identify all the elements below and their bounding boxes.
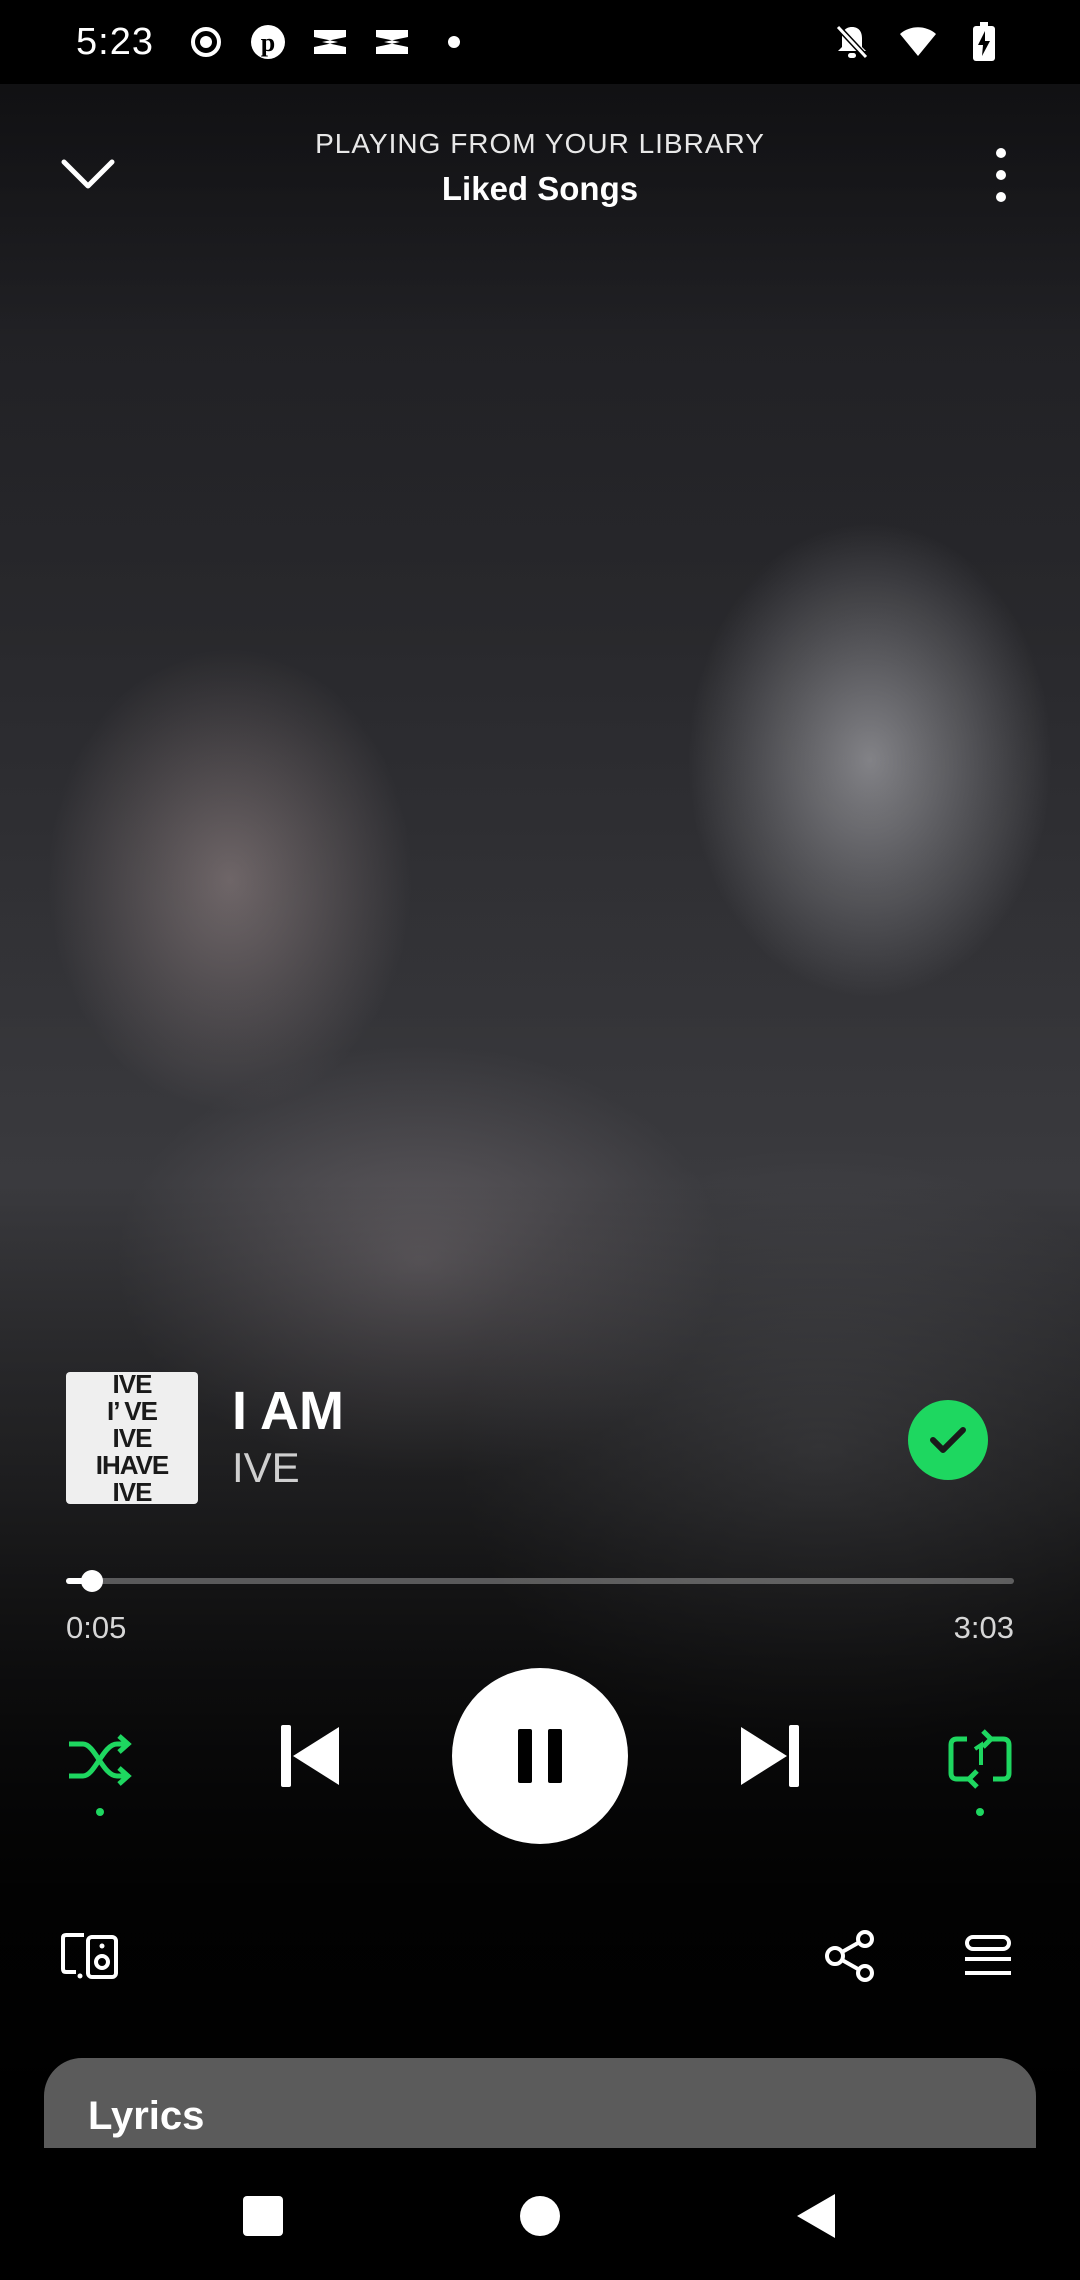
- lyrics-title: Lyrics: [88, 2094, 205, 2138]
- capcut-icon: [310, 22, 350, 62]
- next-button[interactable]: [730, 1716, 810, 1796]
- queue-icon: [965, 1935, 1011, 1975]
- recents-button[interactable]: [227, 2180, 299, 2252]
- cover-text-line: IVE: [112, 1422, 153, 1453]
- player-actions: [0, 1920, 1080, 2000]
- pause-icon: [518, 1729, 562, 1783]
- recents-icon: [243, 2196, 283, 2236]
- track-title[interactable]: I AM: [232, 1380, 344, 1442]
- playback-controls: [0, 1668, 1080, 1848]
- home-button[interactable]: [504, 2180, 576, 2252]
- devices-icon: [61, 1933, 118, 1979]
- cover-text-line: IHAVE: [95, 1449, 170, 1480]
- home-icon: [520, 2196, 560, 2236]
- notifications-off-icon: [832, 22, 872, 62]
- cover-text-line: IVE: [112, 1476, 153, 1504]
- capcut-icon: [372, 22, 412, 62]
- status-notification-icons: p: [186, 22, 474, 62]
- context-label: PLAYING FROM YOUR LIBRARY: [315, 128, 765, 159]
- shuffle-button[interactable]: [60, 1720, 140, 1816]
- collapse-button[interactable]: [50, 144, 126, 204]
- status-time: 5:23: [76, 20, 154, 63]
- share-button[interactable]: [814, 1920, 886, 1992]
- repeat-active-dot: [976, 1808, 984, 1816]
- player-header: PLAYING FROM YOUR LIBRARY Liked Songs: [0, 84, 1080, 254]
- back-button[interactable]: [780, 2180, 852, 2252]
- status-system-icons: [832, 22, 1004, 62]
- track-artist[interactable]: IVE: [232, 1444, 300, 1492]
- shuffle-active-dot: [96, 1808, 104, 1816]
- share-icon: [825, 1930, 874, 1982]
- more-options-button[interactable]: [966, 140, 1036, 210]
- progress-section: 0:05 3:03: [66, 1566, 1014, 1666]
- liked-button[interactable]: [908, 1400, 988, 1480]
- seek-bar[interactable]: [66, 1578, 1014, 1584]
- wifi-icon: [898, 22, 938, 62]
- play-pause-button[interactable]: [452, 1668, 628, 1844]
- seek-bar-thumb[interactable]: [80, 1570, 103, 1592]
- previous-button[interactable]: [270, 1716, 350, 1796]
- check-icon: [930, 1427, 966, 1453]
- navigation-bar: [0, 2148, 1080, 2280]
- cover-text-line: I’ VE: [107, 1395, 158, 1426]
- album-cover[interactable]: IVE I’ VE IVE IHAVE IVE: [66, 1372, 198, 1504]
- chevron-down-icon: [61, 159, 115, 189]
- repeat-one-icon: [948, 1729, 1012, 1789]
- back-icon: [797, 2194, 835, 2238]
- skip-next-icon: [741, 1725, 799, 1787]
- total-time: 3:03: [953, 1610, 1014, 1645]
- repeat-button[interactable]: [940, 1720, 1020, 1816]
- record-icon: [186, 22, 226, 62]
- skip-previous-icon: [281, 1725, 339, 1787]
- svg-text:p: p: [261, 28, 275, 57]
- context-name: Liked Songs: [441, 170, 639, 207]
- pinterest-icon: p: [248, 22, 288, 62]
- playing-context[interactable]: PLAYING FROM YOUR LIBRARY Liked Songs: [200, 128, 880, 208]
- more-vertical-icon: [996, 148, 1006, 202]
- shuffle-icon: [69, 1734, 132, 1786]
- connect-devices-button[interactable]: [54, 1920, 126, 1992]
- cover-text-line: IVE: [112, 1372, 153, 1399]
- dot-icon: [434, 22, 474, 62]
- elapsed-time: 0:05: [66, 1610, 127, 1645]
- track-info: IVE I’ VE IVE IHAVE IVE I AM IVE: [66, 1372, 1014, 1506]
- status-bar: 5:23 p: [0, 0, 1080, 84]
- queue-button[interactable]: [952, 1920, 1024, 1992]
- battery-charging-icon: [964, 22, 1004, 62]
